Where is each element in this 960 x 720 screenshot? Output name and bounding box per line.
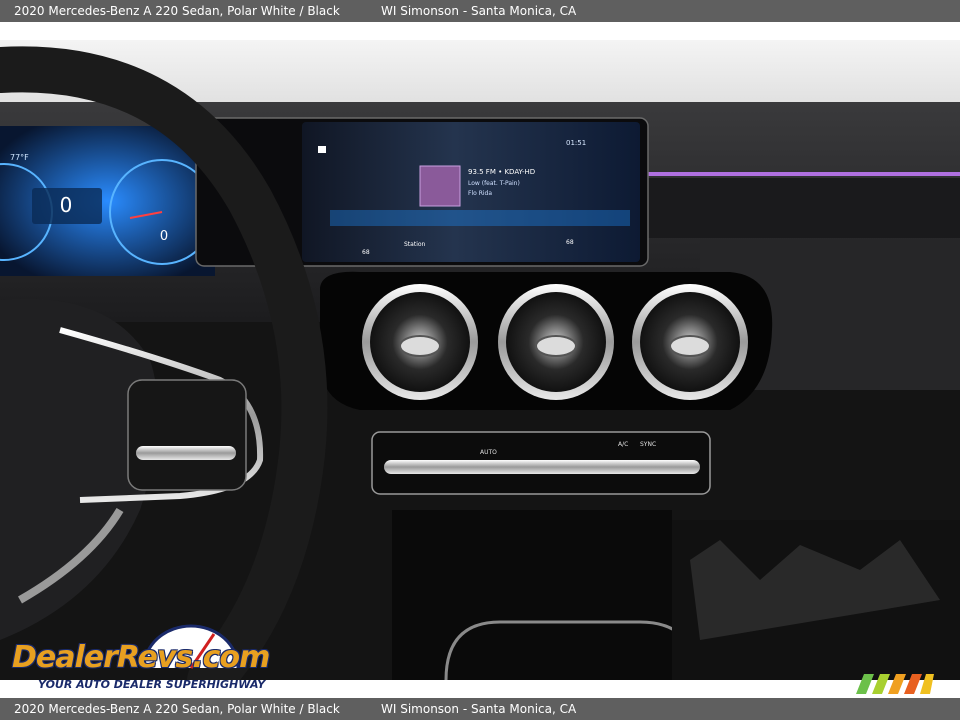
dashboard-photo: 0 0 77°F 01:51 93.5 FM • KDAY-HD Low (fe…	[0, 40, 960, 680]
screen-temp-left: 68	[362, 249, 370, 256]
screen-artist: Flo Rida	[468, 190, 492, 197]
climate-auto-label: AUTO	[480, 449, 497, 456]
screen-station: 93.5 FM • KDAY-HD	[468, 168, 535, 176]
cluster-trip-readout: 0	[160, 229, 168, 244]
cluster-outside-temp: 77°F	[10, 153, 29, 162]
steering-control-pad	[127, 379, 247, 491]
center-console	[392, 510, 672, 680]
screen-temp-right: 68	[566, 239, 574, 246]
photo-top-band	[0, 22, 960, 40]
stripes-logo-icon	[856, 674, 934, 694]
caption-bar-bottom: 2020 Mercedes-Benz A 220 Sedan, Polar Wh…	[0, 698, 960, 720]
air-vent-right	[632, 284, 748, 400]
caption-dealer-bottom: WI Simonson - Santa Monica, CA	[381, 702, 577, 716]
caption-dealer: WI Simonson - Santa Monica, CA	[381, 4, 577, 18]
caption-bar-top: 2020 Mercedes-Benz A 220 Sedan, Polar Wh…	[0, 0, 960, 22]
caption-title-bottom: 2020 Mercedes-Benz A 220 Sedan, Polar Wh…	[14, 702, 340, 716]
climate-sync-label: SYNC	[640, 441, 656, 448]
screen-glow-band	[330, 210, 630, 226]
steering-thumb-rocker	[136, 446, 236, 460]
screen-song: Low (feat. T-Pain)	[468, 180, 520, 187]
album-art	[419, 165, 461, 207]
caption-title: 2020 Mercedes-Benz A 220 Sedan, Polar Wh…	[14, 4, 340, 18]
screen-clock: 01:51	[566, 139, 586, 147]
ambient-light-strip	[648, 172, 960, 176]
watermark-tagline: YOUR AUTO DEALER SUPERHIGHWAY	[38, 678, 266, 691]
cluster-speed-readout: 0	[60, 193, 73, 217]
dash-trim-panel	[645, 178, 960, 238]
air-vent-center	[498, 284, 614, 400]
watermark-logo: DealerRevs.com	[12, 640, 270, 675]
screen-source-label: Station	[404, 241, 426, 248]
climate-ac-label: A/C	[618, 441, 628, 448]
dealerrevs-watermark: DealerRevs.com YOUR AUTO DEALER SUPERHIG…	[12, 622, 272, 694]
air-vent-left	[362, 284, 478, 400]
home-icon	[318, 146, 326, 153]
climate-toggle-bar	[384, 460, 700, 474]
